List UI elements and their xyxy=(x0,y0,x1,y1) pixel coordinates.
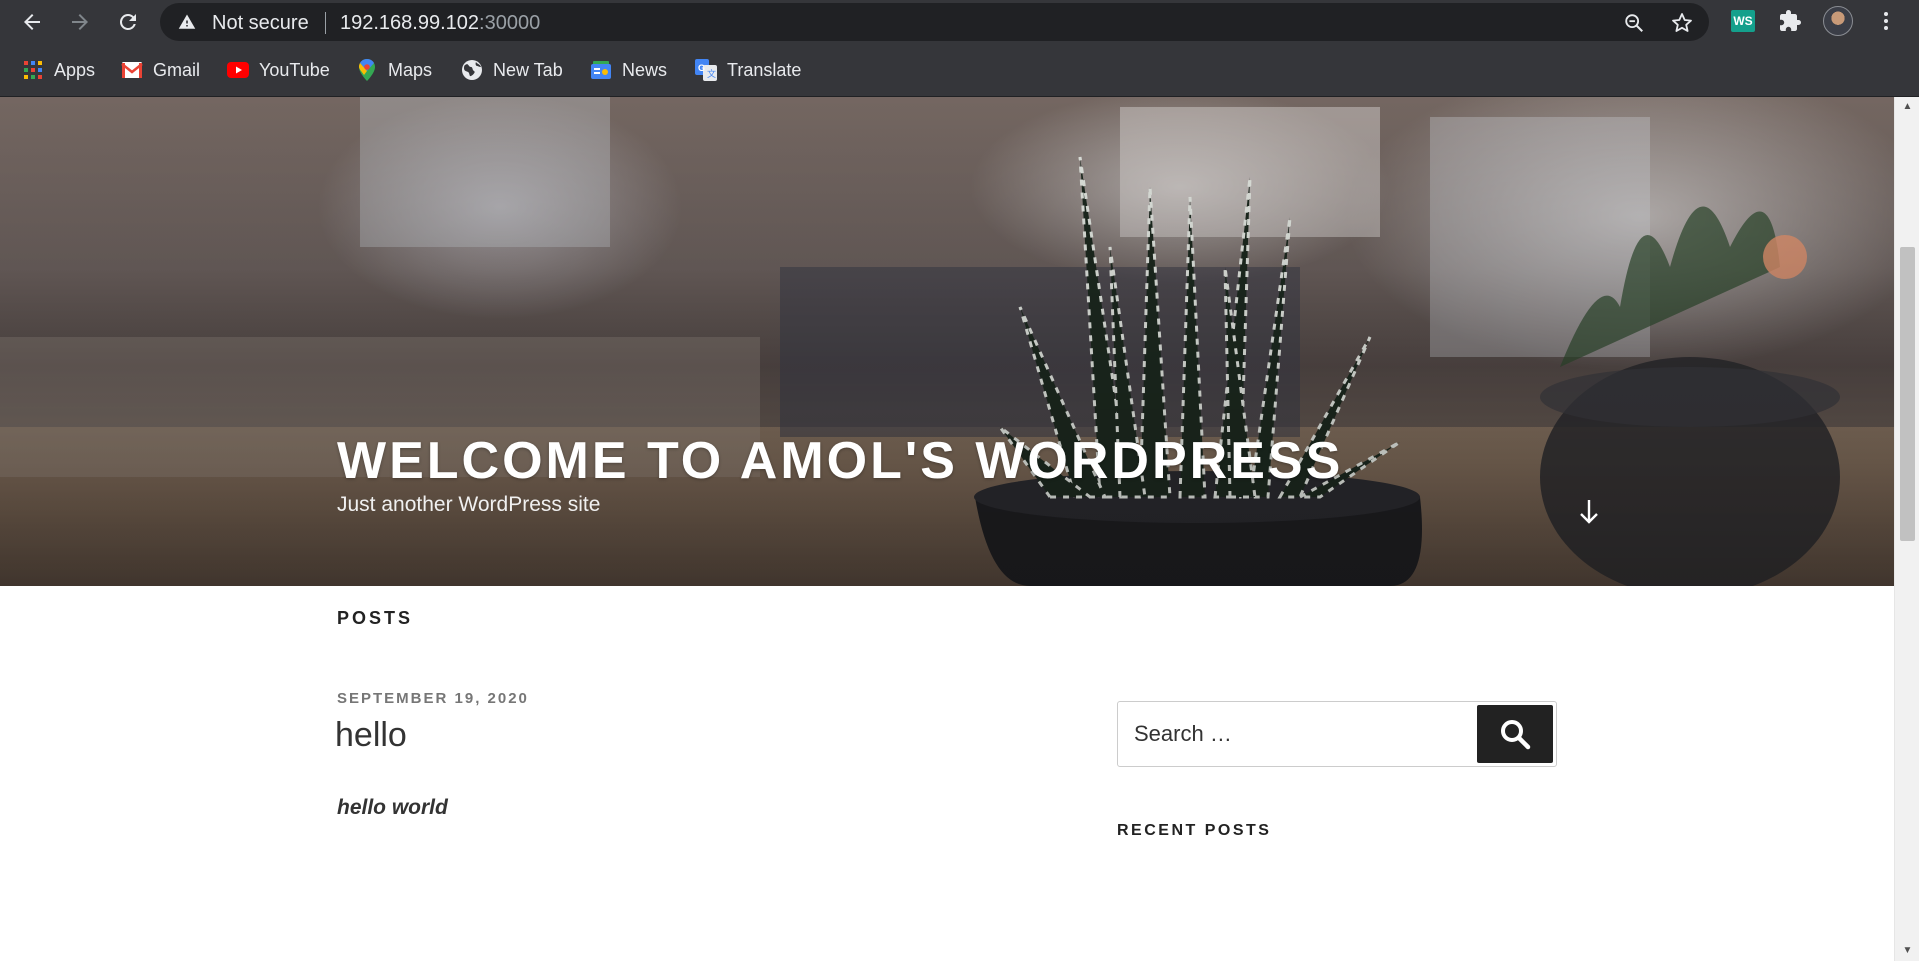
bookmark-apps[interactable]: Apps xyxy=(22,56,95,84)
bookmark-label: News xyxy=(622,59,668,80)
bookmark-new-tab[interactable]: New Tab xyxy=(461,56,563,84)
search-icon xyxy=(1501,720,1531,750)
omnibox-divider xyxy=(325,12,326,34)
security-status-label[interactable]: Not secure xyxy=(212,12,309,35)
bookmark-label: Apps xyxy=(54,59,96,80)
arrow-down-icon xyxy=(1580,500,1598,524)
kebab-menu-icon xyxy=(1884,12,1888,30)
post-excerpt: hello world xyxy=(337,796,448,819)
bookmark-gmail[interactable]: Gmail xyxy=(121,56,200,84)
bookmark-label: New Tab xyxy=(493,59,563,80)
bookmark-youtube[interactable]: YouTube xyxy=(227,56,330,84)
post-title[interactable]: hello xyxy=(335,716,407,755)
puzzle-icon xyxy=(1780,10,1801,31)
warning-icon xyxy=(178,14,196,29)
header-hero-image: WELCOME TO AMOL'S WORDPRESS Just another… xyxy=(0,97,1894,586)
youtube-icon xyxy=(227,59,249,81)
scrollbar-thumb[interactable] xyxy=(1900,247,1915,541)
bookmark-news[interactable]: News xyxy=(590,56,667,84)
profile-button[interactable] xyxy=(1822,5,1854,37)
forward-arrow-icon xyxy=(72,14,88,30)
svg-text:G: G xyxy=(698,63,705,73)
translate-icon: G文 xyxy=(695,59,717,81)
gmail-icon xyxy=(121,59,143,81)
recent-posts-heading: RECENT POSTS xyxy=(1117,822,1272,839)
search-input[interactable] xyxy=(1118,702,1478,766)
svg-text:文: 文 xyxy=(707,68,716,79)
post-date[interactable]: SEPTEMBER 19, 2020 xyxy=(337,690,529,707)
bookmark-label: Gmail xyxy=(153,59,201,80)
reload-button[interactable] xyxy=(112,6,144,38)
bookmark-label: Maps xyxy=(388,59,433,80)
bookmark-translate[interactable]: G文 Translate xyxy=(695,56,801,84)
address-bar[interactable]: Not secure 192.168.99.102:30000 xyxy=(160,3,1709,41)
site-title[interactable]: WELCOME TO AMOL'S WORDPRESS xyxy=(337,431,1343,491)
back-button[interactable] xyxy=(16,6,48,38)
page-scrollbar[interactable]: ▲ ▼ xyxy=(1894,97,1919,961)
hero-overlay xyxy=(0,97,1894,586)
reload-icon xyxy=(119,13,136,30)
bookmarks-bar: Apps Gmail YouTube Maps New Tab News G文 xyxy=(0,43,1919,97)
news-icon xyxy=(590,59,612,81)
apps-grid-icon xyxy=(22,59,44,81)
browser-toolbar: Not secure 192.168.99.102:30000 WS xyxy=(0,0,1919,43)
site-description: Just another WordPress site xyxy=(337,493,601,516)
maps-pin-icon xyxy=(356,59,378,81)
back-arrow-icon xyxy=(24,14,40,30)
url-text[interactable]: 192.168.99.102:30000 xyxy=(340,12,540,35)
bookmark-label: YouTube xyxy=(259,59,330,80)
ws-extension-icon: WS xyxy=(1731,10,1755,32)
extensions-button[interactable] xyxy=(1774,5,1806,37)
forward-button[interactable] xyxy=(64,6,96,38)
bookmark-star-icon[interactable] xyxy=(1669,10,1695,36)
zoom-icon[interactable] xyxy=(1621,10,1647,36)
menu-button[interactable] xyxy=(1870,5,1902,37)
url-host: 192.168.99.102 xyxy=(340,12,480,34)
search-button[interactable] xyxy=(1477,705,1553,763)
globe-icon xyxy=(461,59,483,81)
bookmark-maps[interactable]: Maps xyxy=(356,56,432,84)
posts-heading: POSTS xyxy=(337,608,414,628)
page-viewport: WELCOME TO AMOL'S WORDPRESS Just another… xyxy=(0,97,1919,961)
scroll-down-button[interactable] xyxy=(1574,495,1604,529)
search-form xyxy=(1117,701,1557,767)
ws-extension-button[interactable]: WS xyxy=(1727,5,1759,37)
avatar xyxy=(1823,6,1853,36)
url-port: :30000 xyxy=(479,12,541,34)
scroll-up-arrow-icon[interactable]: ▲ xyxy=(1902,101,1913,112)
scroll-down-arrow-icon[interactable]: ▼ xyxy=(1902,945,1913,956)
bookmark-label: Translate xyxy=(727,59,802,80)
